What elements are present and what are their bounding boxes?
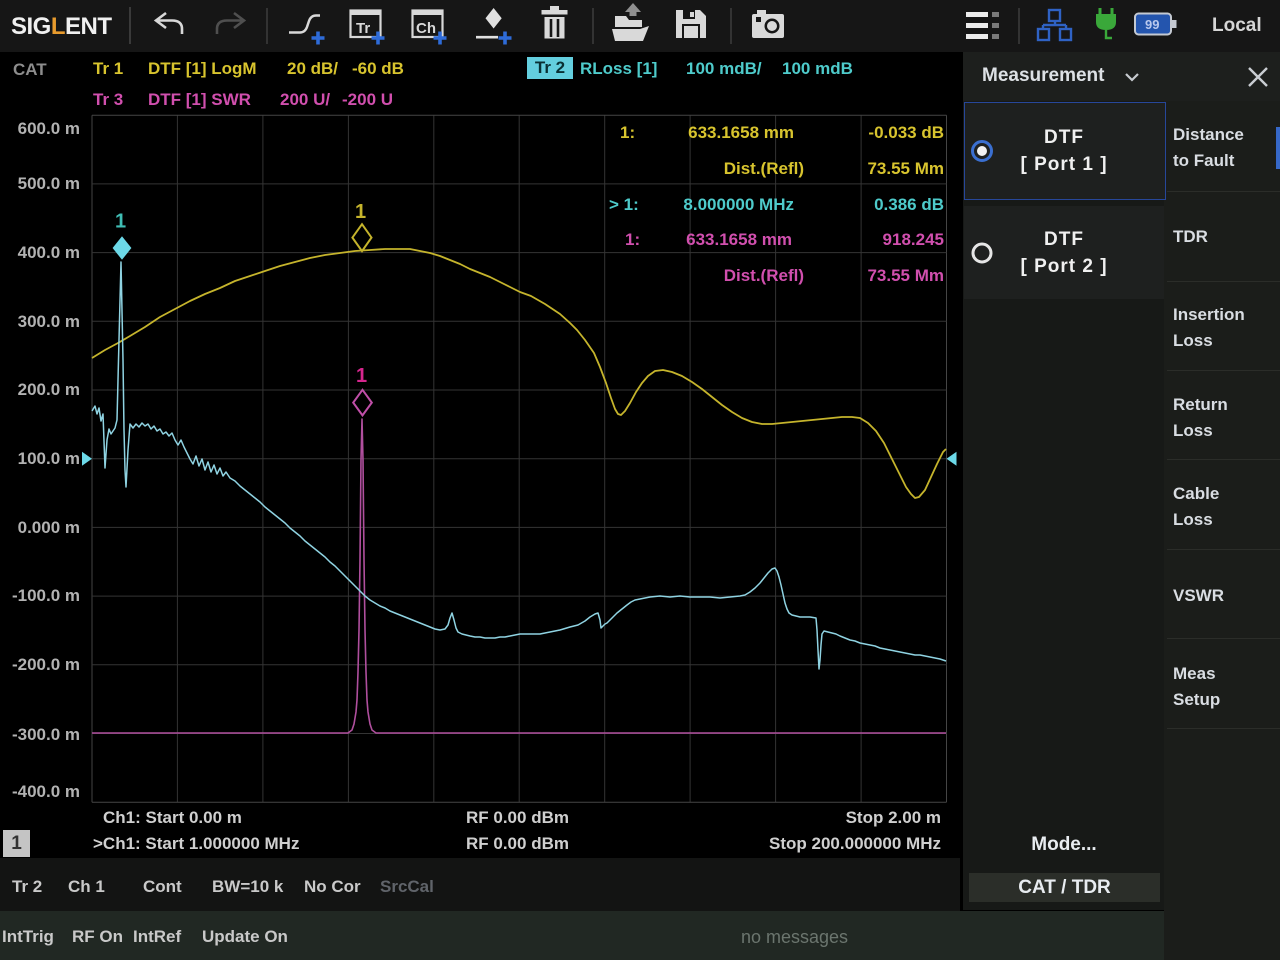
svg-text:Ch: Ch xyxy=(416,20,436,37)
svg-text:Tr: Tr xyxy=(356,20,370,37)
svg-text:99: 99 xyxy=(1145,17,1159,32)
svg-text:1: 1 xyxy=(355,201,366,223)
svg-text:1: 1 xyxy=(356,365,367,387)
svg-text:1: 1 xyxy=(115,211,126,233)
